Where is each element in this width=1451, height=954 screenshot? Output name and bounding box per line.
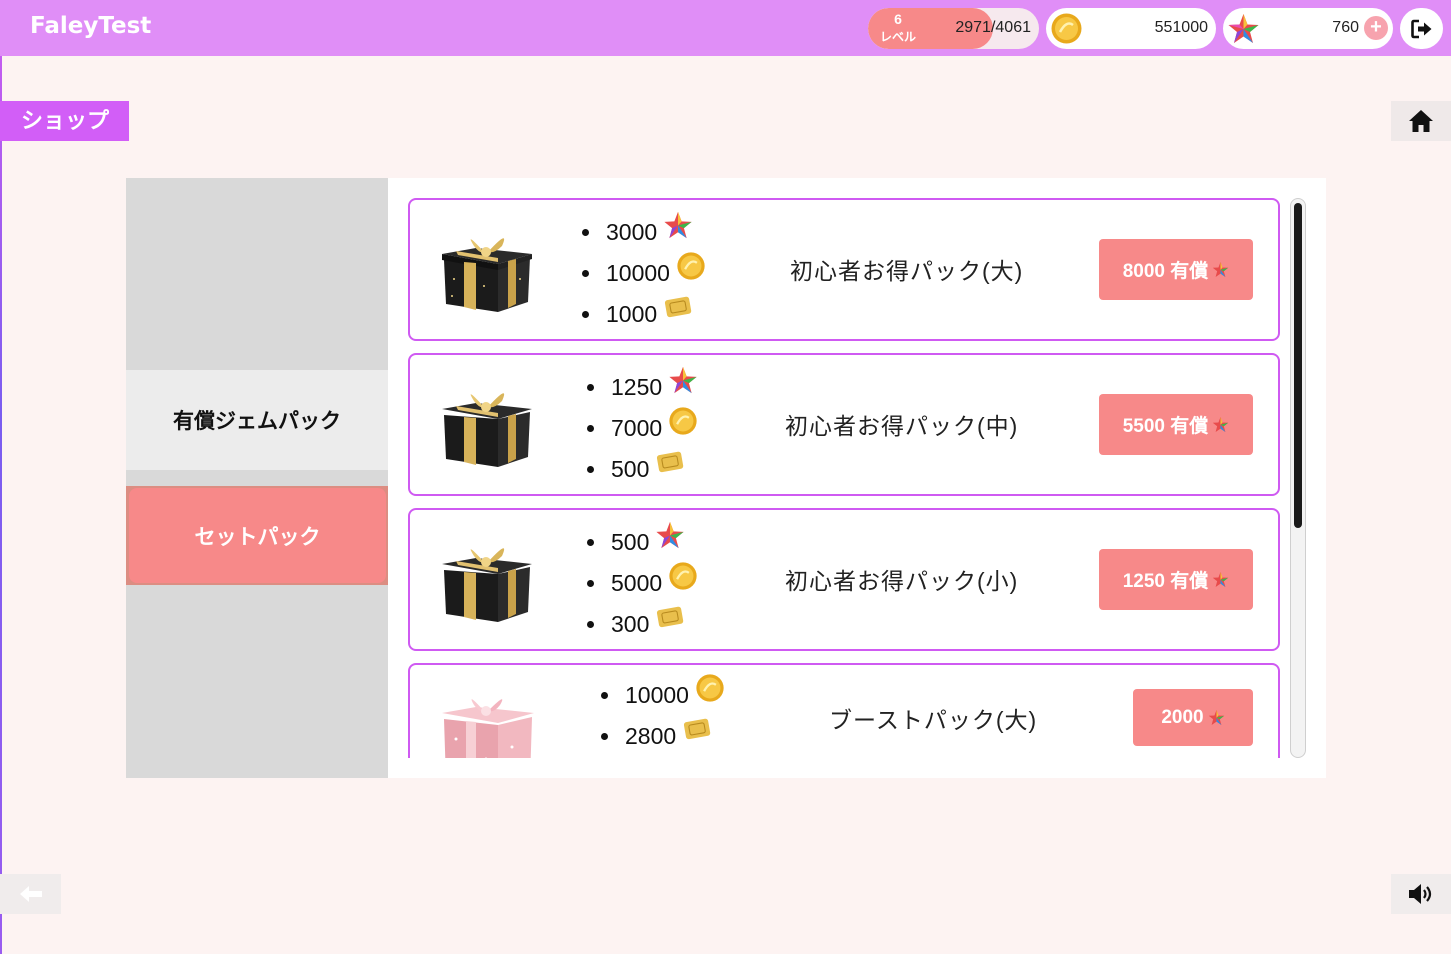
pack-contents: 500 5000 300 — [587, 521, 698, 645]
buy-button[interactable]: 2000 — [1133, 689, 1253, 746]
app-title: FaleyTest — [30, 13, 152, 39]
logout-icon — [1410, 19, 1431, 38]
coin-balance: 551000 — [1046, 8, 1216, 49]
back-button[interactable] — [0, 874, 61, 914]
speaker-icon — [1409, 884, 1432, 904]
arrow-left-icon — [19, 886, 42, 902]
buy-button[interactable]: 8000 有償 — [1099, 239, 1253, 300]
pack-contents: 3000 10000 1000 — [582, 211, 706, 335]
pack-contents: 10000 2800 — [601, 673, 725, 757]
gift-box-icon — [442, 238, 532, 312]
list-item: 500 — [587, 449, 698, 490]
shop-sidebar: 有償ジェムパック セットパック — [126, 178, 388, 778]
gift-box-icon — [442, 548, 532, 622]
shop-panel: 有償ジェムパック セットパック 3000 10000 1000 初心者お得パック… — [126, 178, 1326, 778]
pack-card: 10000 2800 ブーストパック(大) 2000 — [408, 663, 1280, 758]
home-icon — [1409, 110, 1433, 132]
level-indicator: 6 レベル 2971/4061 — [868, 8, 1039, 49]
pack-name: 初心者お得パック(大) — [790, 258, 1024, 284]
ticket-icon — [657, 451, 684, 472]
level-number: 6 — [894, 11, 902, 27]
gem-star-icon — [1213, 572, 1229, 587]
coin-icon — [1051, 13, 1082, 44]
sidebar-item-label: セットパック — [194, 525, 321, 549]
sound-button[interactable] — [1391, 874, 1451, 914]
pack-name: ブーストパック(大) — [829, 707, 1038, 733]
level-exp: 2971/4061 — [955, 19, 1031, 36]
pack-name: 初心者お得パック(小) — [785, 568, 1019, 594]
list-item: 10000 — [582, 251, 706, 294]
logout-button[interactable] — [1400, 8, 1443, 49]
buy-button[interactable]: 5500 有償 — [1099, 394, 1253, 455]
pack-card: 1250 7000 500 初心者お得パック(中) 5500 有償 — [408, 353, 1280, 496]
home-button[interactable] — [1391, 101, 1451, 141]
gem-value: 760 — [1332, 19, 1359, 36]
gem-star-icon — [1213, 262, 1229, 277]
list-item: 2800 — [601, 716, 725, 757]
list-item: 10000 — [601, 673, 725, 716]
gem-star-icon — [669, 366, 697, 393]
scrollbar-thumb[interactable] — [1294, 203, 1302, 528]
sidebar-item-set-pack[interactable]: セットパック — [126, 486, 388, 585]
pack-card: 500 5000 300 初心者お得パック(小) 1250 有償 — [408, 508, 1280, 651]
gem-star-icon — [1208, 710, 1224, 725]
pack-card: 3000 10000 1000 初心者お得パック(大) 8000 有償 — [408, 198, 1280, 341]
list-item: 1000 — [582, 294, 706, 335]
sidebar-item-label: 有償ジェムパック — [173, 410, 341, 433]
gem-star-icon — [664, 211, 692, 238]
coin-icon — [677, 251, 705, 280]
coin-value: 551000 — [1154, 19, 1208, 36]
coin-icon — [696, 673, 724, 702]
left-edge-accent — [0, 56, 2, 954]
list-item: 7000 — [587, 406, 698, 449]
ticket-icon — [657, 606, 684, 627]
scrollbar[interactable] — [1290, 198, 1306, 758]
sidebar-item-paid-gem-pack[interactable]: 有償ジェムパック — [126, 370, 388, 470]
gift-box-icon — [442, 393, 532, 467]
add-gems-button[interactable]: + — [1364, 16, 1388, 40]
ticket-icon — [684, 718, 711, 739]
gift-box-icon — [442, 699, 534, 758]
pack-list: 3000 10000 1000 初心者お得パック(大) 8000 有償 1250… — [408, 198, 1281, 758]
top-bar: FaleyTest 6 レベル 2971/4061 551000 760 + — [0, 0, 1451, 56]
gem-star-icon — [1213, 417, 1229, 432]
list-item: 5000 — [587, 561, 698, 604]
gem-star-icon — [1228, 14, 1259, 43]
ticket-icon — [665, 296, 692, 317]
coin-icon — [669, 406, 697, 435]
level-label: レベル — [879, 30, 916, 44]
list-item: 1250 — [587, 366, 698, 408]
list-item: 300 — [587, 604, 698, 645]
pack-contents: 1250 7000 500 — [587, 366, 698, 490]
list-item: 3000 — [582, 211, 706, 253]
buy-button[interactable]: 1250 有償 — [1099, 549, 1253, 610]
gem-balance: 760 + — [1223, 8, 1393, 49]
pack-name: 初心者お得パック(中) — [785, 413, 1019, 439]
list-item: 500 — [587, 521, 698, 563]
shop-title: ショップ — [0, 101, 129, 141]
coin-icon — [669, 561, 697, 590]
gem-star-icon — [656, 521, 685, 548]
